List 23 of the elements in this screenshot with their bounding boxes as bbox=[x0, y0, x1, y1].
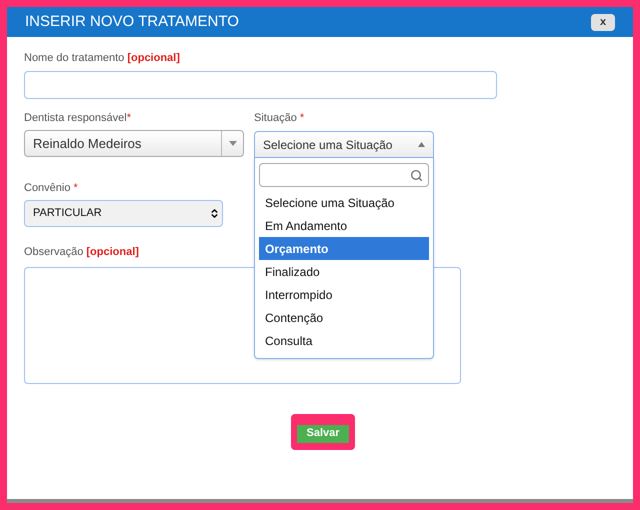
dropdown-option[interactable]: Orçamento bbox=[259, 237, 429, 260]
dropdown-option[interactable]: Finalizado bbox=[259, 260, 429, 283]
status-select[interactable]: Selecione uma Situação bbox=[254, 131, 434, 158]
insurance-select[interactable]: PARTICULAR bbox=[24, 200, 223, 227]
caret-up-icon bbox=[418, 142, 425, 147]
dropdown-option[interactable]: Em Andamento bbox=[259, 214, 429, 237]
dropdown-search-field[interactable] bbox=[259, 163, 429, 187]
dropdown-option[interactable]: Selecione uma Situação bbox=[259, 191, 429, 214]
dentist-select[interactable]: Reinaldo Medeiros bbox=[24, 130, 244, 157]
field-label: Dentista responsável* bbox=[24, 113, 132, 124]
dropdown-option[interactable]: Consulta bbox=[259, 329, 429, 352]
field-label: Situação * bbox=[254, 113, 304, 124]
dialog-title: INSERIR NOVO TRATAMENTO bbox=[25, 12, 239, 32]
caret-down-icon bbox=[228, 141, 236, 146]
field-label: Convênio * bbox=[24, 183, 78, 194]
field-label: Observação [opcional] bbox=[24, 247, 139, 258]
text-input-field[interactable] bbox=[24, 71, 497, 99]
close-button[interactable]: x bbox=[591, 14, 615, 30]
updown-icon bbox=[209, 208, 220, 219]
search-icon bbox=[410, 168, 423, 182]
dropdown-option[interactable]: Interrompido bbox=[259, 283, 429, 306]
field-label: Nome do tratamento [opcional] bbox=[24, 53, 180, 64]
dropdown-option[interactable]: Contenção bbox=[259, 306, 429, 329]
